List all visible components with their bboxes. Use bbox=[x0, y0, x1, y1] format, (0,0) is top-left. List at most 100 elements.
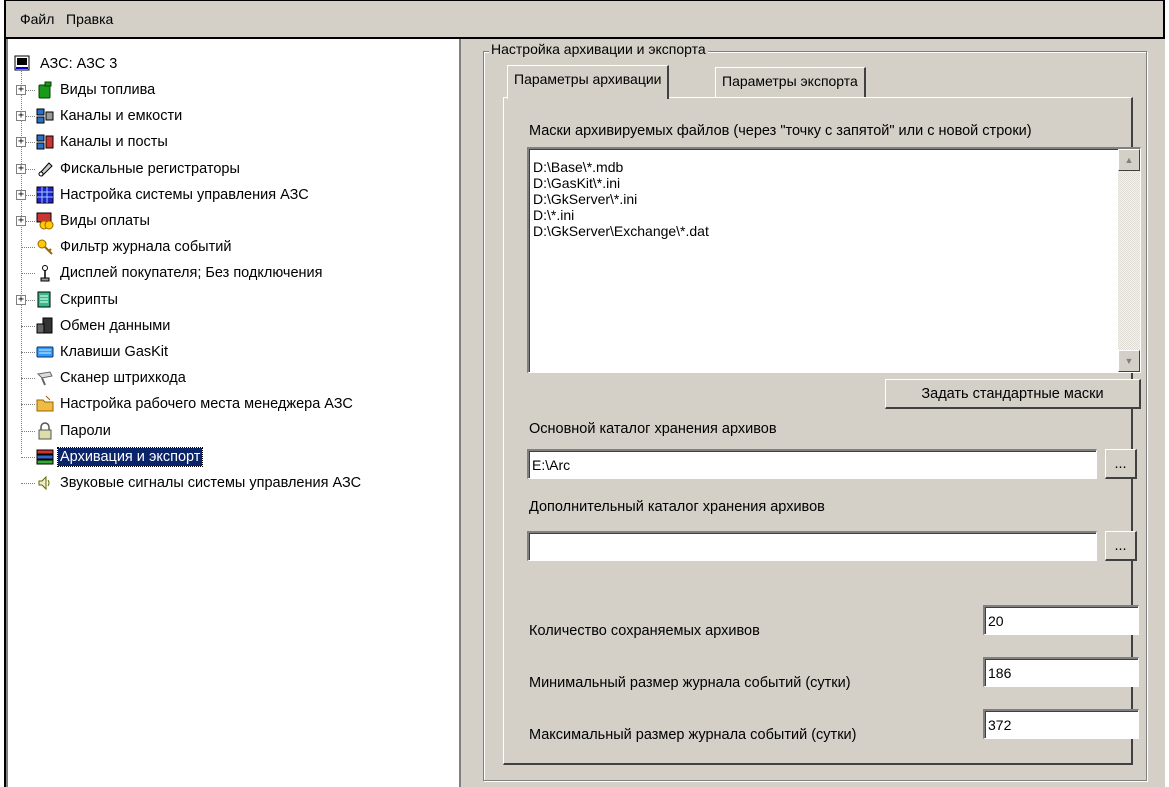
tab-archive-params-label: Параметры архивации bbox=[514, 71, 662, 87]
tree-item-label: Фискальные регистраторы bbox=[60, 161, 240, 177]
menu-bar: Файл Правка bbox=[6, 1, 1163, 39]
tree-connector-line bbox=[21, 378, 35, 379]
extra-dir-browse-button[interactable]: ... bbox=[1105, 531, 1137, 561]
menu-edit[interactable]: Правка bbox=[66, 11, 113, 27]
keyboard-icon bbox=[36, 343, 54, 361]
scroll-up-icon[interactable]: ▲ bbox=[1118, 149, 1140, 171]
scripts-icon bbox=[36, 291, 54, 309]
tree-item-label: Каналы и емкости bbox=[60, 108, 183, 124]
grid-settings-icon bbox=[36, 186, 54, 204]
tree-item-label: Настройка системы управления АЗС bbox=[60, 187, 309, 203]
tree-connector-line bbox=[21, 431, 35, 432]
tree-item-label: Фильтр журнала событий bbox=[60, 239, 232, 255]
max-log-input[interactable] bbox=[983, 709, 1139, 739]
mask-line: D:\*.ini bbox=[533, 207, 575, 223]
key-filter-icon bbox=[36, 238, 54, 256]
tree-connector-line bbox=[21, 326, 35, 327]
tree-item[interactable]: Настройка рабочего места менеджера АЗС bbox=[8, 393, 458, 417]
expand-plus-icon[interactable]: + bbox=[16, 216, 26, 226]
tab-export-params[interactable]: Параметры экспорта bbox=[715, 67, 866, 97]
tree-item[interactable]: + Виды топлива bbox=[8, 79, 458, 103]
tree-item[interactable]: + Каналы и емкости bbox=[8, 105, 458, 129]
folder-manager-icon bbox=[36, 395, 54, 413]
max-log-label: Максимальный размер журнала событий (сут… bbox=[529, 727, 857, 743]
tree-item[interactable]: Сканер штрихкода bbox=[8, 367, 458, 391]
expand-plus-icon[interactable]: + bbox=[16, 295, 26, 305]
lock-icon bbox=[36, 422, 54, 440]
tree-connector-line bbox=[21, 483, 35, 484]
tree-item-label: Сканер штрихкода bbox=[60, 370, 186, 386]
barcode-scanner-icon bbox=[36, 369, 54, 387]
tree-root-label: АЗС: АЗС 3 bbox=[40, 56, 118, 72]
tree-item[interactable]: + Виды оплаты bbox=[8, 210, 458, 234]
menu-file[interactable]: Файл bbox=[20, 11, 54, 27]
tree-item-label: Виды оплаты bbox=[60, 213, 150, 229]
tree-item-label: Звуковые сигналы системы управления АЗС bbox=[60, 475, 362, 491]
network-tanks-icon bbox=[36, 107, 54, 125]
tree-item-label: Клавиши GasKit bbox=[60, 344, 169, 360]
archive-count-label: Количество сохраняемых архивов bbox=[529, 623, 760, 639]
speaker-icon bbox=[36, 474, 54, 492]
tree-connector-line bbox=[21, 247, 35, 248]
payment-coins-icon bbox=[36, 212, 54, 230]
tree-item[interactable]: Архивация и экспорт bbox=[8, 446, 458, 470]
joystick-icon bbox=[36, 264, 54, 282]
tree-item[interactable]: Фильтр журнала событий bbox=[8, 236, 458, 260]
tree-connector-line bbox=[21, 404, 35, 405]
main-dir-input[interactable] bbox=[527, 449, 1097, 479]
expand-plus-icon[interactable]: + bbox=[16, 85, 26, 95]
network-posts-icon bbox=[36, 133, 54, 151]
expand-plus-icon[interactable]: + bbox=[16, 137, 26, 147]
tree-item[interactable]: Обмен данными bbox=[8, 315, 458, 339]
tree-connector-line bbox=[21, 352, 35, 353]
masks-scrollbar[interactable]: ▲ ▼ bbox=[1118, 149, 1140, 372]
mask-line: D:\GkServer\Exchange\*.dat bbox=[533, 223, 709, 239]
scroll-down-icon[interactable]: ▼ bbox=[1118, 350, 1140, 372]
mask-line: D:\GasKit\*.ini bbox=[533, 175, 621, 191]
min-log-label: Минимальный размер журнала событий (сутк… bbox=[529, 675, 851, 691]
tree-item[interactable]: + Каналы и посты bbox=[8, 131, 458, 155]
tree-item-label: Каналы и посты bbox=[60, 134, 168, 150]
app-window: Файл Правка АЗС: АЗС 3 + Виды топлива + Кан… bbox=[4, 0, 1165, 787]
tree-item-label: Виды топлива bbox=[60, 82, 156, 98]
min-log-input[interactable] bbox=[983, 657, 1139, 687]
tab-archive-params[interactable]: Параметры архивации bbox=[507, 65, 670, 99]
default-masks-button[interactable]: Задать стандартные маски bbox=[885, 379, 1141, 409]
masks-textarea[interactable]: D:\Base\*.mdb D:\GasKit\*.ini D:\GkServe… bbox=[527, 147, 1141, 373]
fiscal-register-icon bbox=[36, 160, 54, 178]
extra-dir-input[interactable] bbox=[527, 531, 1097, 561]
tree-item[interactable]: + Скрипты bbox=[8, 289, 458, 313]
tree-item[interactable]: + Настройка системы управления АЗС bbox=[8, 184, 458, 208]
tree-item[interactable]: Пароли bbox=[8, 420, 458, 444]
tree-item-label: Архивация и экспорт bbox=[56, 447, 204, 467]
tree-connector-line bbox=[21, 273, 35, 274]
settings-panel: Настройка архивации и экспорта Параметры… bbox=[463, 39, 1165, 787]
tree-item[interactable]: + Фискальные регистраторы bbox=[8, 158, 458, 182]
tree-item-label: Скрипты bbox=[60, 292, 118, 308]
tab-export-params-label: Параметры экспорта bbox=[722, 73, 858, 89]
tree-item[interactable]: Клавиши GasKit bbox=[8, 341, 458, 365]
station-icon bbox=[14, 55, 32, 73]
tree-item-label: Дисплей покупателя; Без подключения bbox=[60, 265, 323, 281]
expand-plus-icon[interactable]: + bbox=[16, 164, 26, 174]
archive-books-icon bbox=[36, 448, 54, 466]
settings-tree[interactable]: АЗС: АЗС 3 + Виды топлива + Каналы и емкост… bbox=[6, 39, 461, 787]
group-title: Настройка архивации и экспорта bbox=[489, 41, 708, 57]
tree-item-label: Пароли bbox=[60, 423, 111, 439]
expand-plus-icon[interactable]: + bbox=[16, 111, 26, 121]
fuel-canister-icon bbox=[36, 81, 54, 99]
masks-label: Маски архивируемых файлов (через "точку … bbox=[529, 123, 1032, 139]
expand-plus-icon[interactable]: + bbox=[16, 190, 26, 200]
tree-item[interactable]: Дисплей покупателя; Без подключения bbox=[8, 262, 458, 286]
data-exchange-icon bbox=[36, 317, 54, 335]
tree-root[interactable]: АЗС: АЗС 3 bbox=[8, 53, 458, 77]
main-dir-label: Основной каталог хранения архивов bbox=[529, 421, 777, 437]
main-dir-browse-button[interactable]: ... bbox=[1105, 449, 1137, 479]
archive-count-input[interactable] bbox=[983, 605, 1139, 635]
tree-item-label: Обмен данными bbox=[60, 318, 171, 334]
tree-item[interactable]: Звуковые сигналы системы управления АЗС bbox=[8, 472, 458, 496]
tree-item-label: Настройка рабочего места менеджера АЗС bbox=[60, 396, 353, 412]
mask-line: D:\GkServer\*.ini bbox=[533, 191, 638, 207]
mask-line: D:\Base\*.mdb bbox=[533, 159, 624, 175]
extra-dir-label: Дополнительный каталог хранения архивов bbox=[529, 499, 825, 515]
